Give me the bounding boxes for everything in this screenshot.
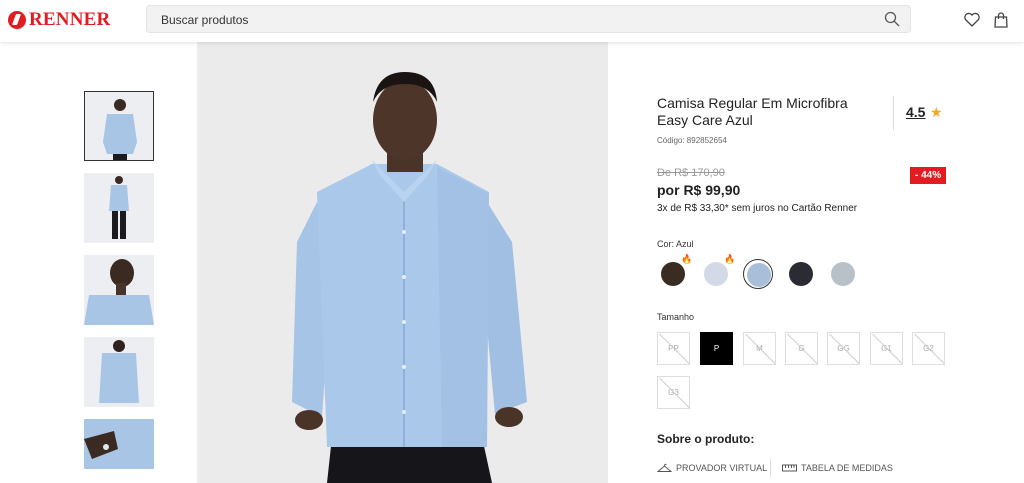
color-swatch-navy[interactable] bbox=[786, 259, 816, 289]
search-bar bbox=[146, 5, 911, 34]
renner-logo-mark bbox=[8, 11, 26, 29]
product-thumbnail[interactable] bbox=[84, 91, 154, 161]
shopping-bag-icon[interactable] bbox=[992, 11, 1010, 29]
size-option-g1[interactable]: G1 bbox=[870, 332, 903, 365]
sale-price: por R$ 99,90 bbox=[657, 182, 741, 198]
divider bbox=[893, 96, 894, 130]
size-option-g3[interactable]: G3 bbox=[657, 376, 690, 409]
hanger-icon bbox=[657, 463, 672, 472]
rating-value[interactable]: 4.5 bbox=[906, 104, 925, 120]
header: RENNER bbox=[0, 0, 1024, 42]
product-main-image[interactable] bbox=[197, 42, 608, 483]
product-title: Camisa Regular Em Microfibra Easy Care A… bbox=[657, 95, 848, 128]
search-input[interactable] bbox=[159, 6, 863, 34]
renner-logo[interactable]: RENNER bbox=[8, 9, 110, 31]
about-product-heading: Sobre o produto: bbox=[657, 432, 755, 446]
installments-info: 3x de R$ 33,30* sem juros no Cartão Renn… bbox=[657, 203, 858, 214]
virtual-fitting-room-label: PROVADOR VIRTUAL bbox=[676, 463, 768, 473]
fire-icon: 🔥 bbox=[724, 254, 736, 264]
size-option-gg[interactable]: GG bbox=[827, 332, 860, 365]
heart-icon[interactable] bbox=[963, 11, 981, 29]
size-option-pp[interactable]: PP bbox=[657, 332, 690, 365]
color-swatch-gray[interactable] bbox=[828, 259, 858, 289]
color-label-text: Cor: bbox=[657, 239, 675, 249]
product-code: Código: 892852654 bbox=[657, 136, 727, 145]
color-swatch-blue-selected[interactable] bbox=[743, 259, 773, 289]
size-label: Tamanho bbox=[657, 312, 695, 322]
discount-badge: - 44% bbox=[910, 167, 947, 184]
size-option-m[interactable]: M bbox=[743, 332, 776, 365]
size-chart-label: TABELA DE MEDIDAS bbox=[801, 463, 893, 473]
ruler-icon bbox=[782, 464, 797, 472]
product-thumbnail[interactable] bbox=[84, 419, 154, 469]
product-thumbnail[interactable] bbox=[84, 173, 154, 243]
size-option-g2[interactable]: G2 bbox=[912, 332, 945, 365]
color-label: Cor: Azul bbox=[657, 239, 694, 249]
virtual-fitting-room-link[interactable]: PROVADOR VIRTUAL bbox=[657, 463, 767, 473]
star-icon: ★ bbox=[930, 104, 943, 120]
size-option-p[interactable]: P bbox=[700, 332, 733, 365]
size-chart-link[interactable]: TABELA DE MEDIDAS bbox=[782, 463, 893, 473]
fire-icon: 🔥 bbox=[681, 254, 693, 264]
brand-name: RENNER bbox=[29, 9, 111, 30]
original-price: De R$ 170,90 bbox=[657, 167, 725, 179]
selected-color-name: Azul bbox=[676, 239, 694, 249]
search-icon[interactable] bbox=[884, 11, 900, 27]
product-thumbnail[interactable] bbox=[84, 255, 154, 325]
divider bbox=[770, 459, 771, 477]
size-option-g[interactable]: G bbox=[785, 332, 818, 365]
product-thumbnail[interactable] bbox=[84, 337, 154, 407]
